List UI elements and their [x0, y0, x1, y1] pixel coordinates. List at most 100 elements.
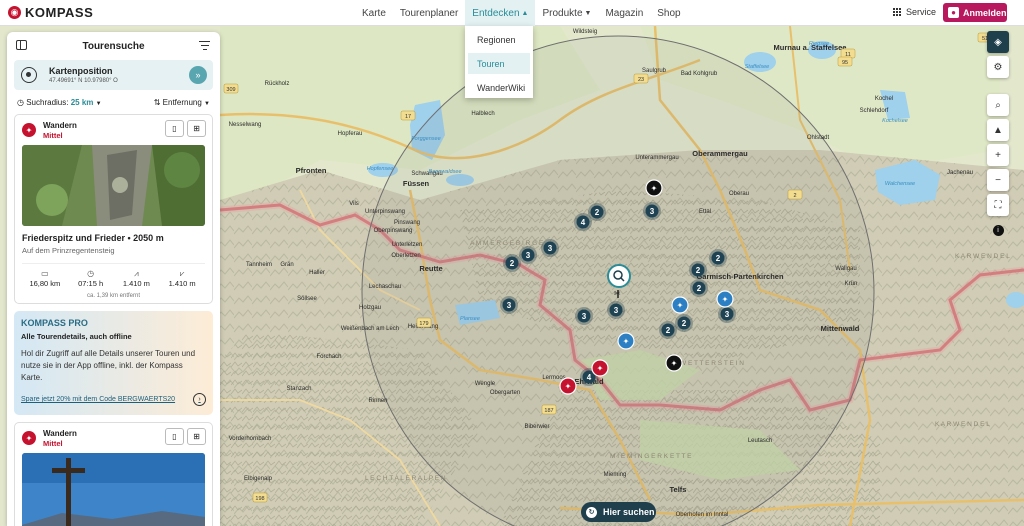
dropdown-item-regionen[interactable]: Regionen [468, 29, 530, 50]
locate-button[interactable]: ▲ [987, 119, 1009, 141]
dropdown-item-touren[interactable]: Touren [468, 53, 530, 74]
zoom-in-button[interactable]: + [987, 144, 1009, 166]
top-bar: ◉ KOMPASS Karte Tourenplaner Entdecken ▲ … [0, 0, 1024, 26]
tour-cluster-marker[interactable]: 2 [675, 314, 693, 332]
nav-magazin[interactable]: Magazin [598, 0, 650, 26]
tour-cluster-marker[interactable]: 2 [503, 254, 521, 272]
arrow-right-icon[interactable]: › [193, 393, 206, 406]
tour-card[interactable]: ✦ Wandern Mittel ▯ ⊞ Friederspitz und Fr… [14, 114, 213, 304]
bookmark-button[interactable]: ▯ [165, 428, 184, 445]
map-position-box[interactable]: Kartenposition 47.49691° N 10.97980° O » [14, 60, 213, 90]
cluster-count: 3 [582, 312, 587, 321]
map-view-button[interactable]: ⊞ [187, 428, 206, 445]
forest-image [22, 145, 205, 226]
filter-icon[interactable] [199, 41, 210, 52]
expand-arrows-button[interactable]: » [189, 66, 207, 84]
place-label: Stanzach [286, 386, 311, 392]
place-label: Wallgau [835, 266, 856, 272]
info-button[interactable]: i [987, 219, 1009, 241]
lake-label: Staffelsee [745, 64, 769, 70]
place-label: Halblech [471, 111, 494, 117]
tour-pin-marker[interactable]: ✦ [671, 296, 689, 314]
fullscreen-button[interactable]: ⛶ [987, 194, 1009, 216]
nav-entdecken[interactable]: Entdecken ▲ [465, 0, 536, 26]
kompass-logo[interactable]: ◉ KOMPASS [8, 5, 93, 20]
login-button[interactable]: ● Anmelden [943, 3, 1007, 22]
place-label: Reutte [419, 264, 442, 273]
road-number: 198 [252, 492, 268, 503]
tour-difficulty: Mittel [43, 439, 63, 448]
tour-pin-marker[interactable]: ✦ [617, 332, 635, 350]
search-here-button[interactable]: ↻ Hier suchen [581, 502, 656, 522]
tour-card[interactable]: ✦ Wandern Mittel ▯ ⊞ [14, 422, 213, 526]
lake-label: Hopfensee [367, 166, 394, 172]
bookmark-button[interactable]: ▯ [165, 120, 184, 137]
tour-cluster-marker[interactable]: 3 [541, 239, 559, 257]
cluster-count: 2 [682, 319, 687, 328]
tour-card-actions: ▯ ⊞ [165, 120, 206, 137]
stat-duration-value: 07:15 h [78, 279, 104, 288]
region-label: L E C H T A L E R A L P E N [365, 475, 446, 482]
tour-difficulty: Mittel [43, 131, 63, 140]
tour-card-actions: ▯ ⊞ [165, 428, 206, 445]
tour-cluster-marker[interactable]: 2 [690, 279, 708, 297]
tour-cluster-marker[interactable]: 2 [659, 321, 677, 339]
sort-control[interactable]: ⇅ Entfernung ▼ [154, 98, 210, 107]
nav-shop[interactable]: Shop [650, 0, 687, 26]
info-icon: i [992, 224, 1004, 236]
lake-label: Kochelsee [882, 118, 908, 124]
place-label: Oberau [729, 191, 749, 197]
pro-link[interactable]: Spare jetzt 20% mit dem Code BERGWAERTS2… [21, 393, 206, 406]
service-menu[interactable]: Service [893, 7, 936, 17]
nav-produkte[interactable]: Produkte ▼ [535, 0, 598, 26]
search-radius-row: ◷ Suchradius: 25 km ▼ ⇅ Entfernung ▼ [17, 98, 210, 107]
tour-cluster-marker[interactable]: 3 [643, 202, 661, 220]
tour-cluster-marker[interactable]: 3 [575, 307, 593, 325]
map-position-coords: 47.49691° N 10.97980° O [49, 78, 118, 84]
place-label: Oberletzen [391, 253, 420, 259]
tour-pin-marker[interactable]: ✦ [665, 354, 683, 372]
tour-pin-marker[interactable]: ✦ [645, 179, 663, 197]
tour-cluster-marker[interactable]: 2 [709, 249, 727, 267]
place-label: Pfronten [296, 166, 327, 175]
tour-pin-marker[interactable]: ✦ [591, 359, 609, 377]
place-label: Oberammergau [692, 149, 748, 158]
lake-label: Forggensee [411, 136, 440, 142]
tour-cluster-marker[interactable]: 2 [689, 261, 707, 279]
tour-cluster-marker[interactable]: 3 [718, 305, 736, 323]
hiking-icon: ✦ [565, 382, 572, 391]
stat-ascent-value: 1.410 m [122, 279, 150, 288]
pro-link-text[interactable]: Spare jetzt 20% mit dem Code BERGWAERTS2… [21, 396, 175, 403]
nav-tourenplaner[interactable]: Tourenplaner [393, 0, 465, 26]
road-number: 17 [400, 110, 416, 121]
tour-cluster-marker[interactable]: 3 [607, 301, 625, 319]
cluster-count: 3 [650, 207, 655, 216]
zoom-out-button[interactable]: − [987, 169, 1009, 191]
layers-button[interactable]: ◈ [987, 31, 1009, 53]
tour-pin-marker[interactable]: ✦ [716, 290, 734, 308]
settings-button[interactable]: ⚙ [987, 56, 1009, 78]
nav-magazin-label: Magazin [605, 7, 644, 19]
tour-cluster-marker[interactable]: 4 [574, 213, 592, 231]
tour-title[interactable]: Friederspitz und Frieder • 2050 m [22, 233, 205, 243]
place-label: Biberwier [524, 424, 549, 430]
nav-karte[interactable]: Karte [355, 0, 393, 26]
dropdown-item-wanderwiki[interactable]: WanderWiki [468, 77, 530, 98]
place-label: Kochel [875, 96, 893, 102]
logo-text: KOMPASS [25, 5, 94, 20]
place-label: Saulgrub [642, 68, 667, 74]
place-label: Obergarten [490, 390, 520, 396]
search-radius-control[interactable]: ◷ Suchradius: 25 km ▼ [17, 98, 102, 107]
road-number-label: 95 [842, 60, 848, 66]
svg-text:✂: ✂ [614, 289, 621, 298]
sort-icon: ⇅ [153, 98, 161, 107]
place-label: Elbigenalp [244, 476, 273, 482]
map-search-button[interactable]: ⌕ [987, 94, 1009, 116]
map-view-button[interactable]: ⊞ [187, 120, 206, 137]
tour-cluster-marker[interactable]: 3 [519, 246, 537, 264]
tour-cluster-marker[interactable]: 3 [500, 296, 518, 314]
tour-pin-marker[interactable]: ✦ [559, 377, 577, 395]
chevron-up-icon: ▲ [521, 9, 529, 17]
place-label: Ettal [699, 209, 711, 215]
panel-toggle-icon[interactable] [16, 40, 27, 50]
